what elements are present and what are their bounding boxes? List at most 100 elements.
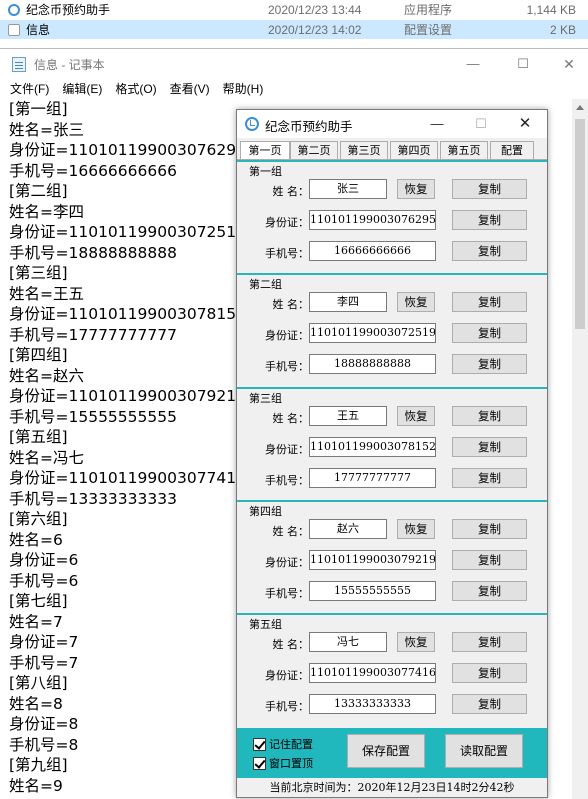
id-field[interactable]: 110101199003079219 [309,550,436,570]
copy-id-button[interactable]: 复制 [452,210,527,230]
menu-help[interactable]: 帮助(H) [223,79,264,99]
id-label: 身份证： [265,216,309,229]
restore-button[interactable]: 恢复 [397,179,435,199]
checkbox-checked-icon[interactable] [253,737,266,751]
text-line: 身份证=7 [9,633,79,651]
phone-field[interactable]: 16666666666 [309,241,436,261]
phone-field[interactable]: 15555555555 [309,581,436,601]
text-line: 姓名=冯七 [9,448,84,467]
name-label: 姓 名： [272,412,310,425]
id-field[interactable]: 110101199003077416 [309,663,436,683]
text-line: [第九组] [9,756,68,774]
copy-id-button[interactable]: 复制 [452,437,527,457]
text-line: 姓名=7 [9,612,63,631]
text-line: 身份证=110101199003077416 [9,469,246,487]
id-field[interactable]: 110101199003072519 [309,323,436,343]
load-config-button[interactable]: 读取配置 [445,734,523,768]
group-label: 第四组 [249,505,282,518]
tab-page-1[interactable]: 第一页 [240,141,290,161]
copy-name-button[interactable]: 复制 [452,179,527,199]
name-field[interactable]: 冯七 [309,632,387,652]
group-separator [237,273,547,275]
phone-field[interactable]: 17777777777 [309,468,436,488]
restore-button[interactable]: 恢复 [397,292,435,312]
id-field[interactable]: 110101199003076295 [309,210,436,230]
copy-phone-button[interactable]: 复制 [452,354,527,374]
text-line: [第六组] [9,510,68,528]
copy-phone-button[interactable]: 复制 [452,694,527,714]
file-size: 2 KB [549,22,576,37]
file-type: 配置设置 [404,23,453,37]
menu-edit[interactable]: 编辑(E) [62,79,102,99]
topmost-checkbox[interactable]: 窗口置顶 [253,755,313,771]
group-label: 第一组 [249,165,282,178]
copy-name-button[interactable]: 复制 [452,519,527,539]
file-row-config[interactable]: 信息 2020/12/23 14:02 配置设置 2 KB [0,20,588,39]
copy-phone-button[interactable]: 复制 [452,468,527,488]
minimize-button[interactable]: — [458,53,488,75]
checkbox-checked-icon[interactable] [253,756,266,770]
notepad-scrollbar[interactable] [572,99,588,799]
restore-button[interactable]: 恢复 [397,632,435,652]
phone-label: 手机号： [265,700,309,713]
gear-file-icon [8,23,20,36]
copy-id-button[interactable]: 复制 [452,323,527,343]
text-line: 身份证=110101199003072519 [9,223,246,241]
copy-phone-button[interactable]: 复制 [452,581,527,601]
tab-page-2[interactable]: 第二页 [290,141,338,160]
text-line: 手机号=8 [9,735,79,754]
text-line: 姓名=赵六 [9,366,84,385]
copy-name-button[interactable]: 复制 [452,632,527,652]
phone-label: 手机号： [265,474,309,487]
phone-field[interactable]: 18888888888 [309,354,436,374]
name-field[interactable]: 赵六 [309,519,387,539]
id-label: 身份证： [265,669,309,682]
tab-page-4[interactable]: 第四页 [390,141,438,160]
text-line: 手机号=17777777777 [9,325,177,344]
copy-name-button[interactable]: 复制 [452,406,527,426]
app-titlebar[interactable]: 纪念币预约助手 — ☐ ✕ [237,110,547,138]
menu-view[interactable]: 查看(V) [170,79,210,99]
text-line: 姓名=李四 [9,202,84,221]
scroll-thumb[interactable] [575,119,585,329]
name-field[interactable]: 李四 [309,292,387,312]
close-button[interactable]: ✕ [554,53,584,75]
notepad-icon [12,57,26,72]
text-line: 姓名=张三 [9,120,84,139]
menu-file[interactable]: 文件(F) [10,79,49,99]
text-line: 手机号=6 [9,571,79,590]
close-button[interactable]: ✕ [511,113,539,135]
tab-config[interactable]: 配置 [490,141,534,160]
copy-phone-button[interactable]: 复制 [452,241,527,261]
copy-id-button[interactable]: 复制 [452,550,527,570]
name-field[interactable]: 王五 [309,406,387,426]
remember-checkbox[interactable]: 记住配置 [253,736,313,752]
copy-id-button[interactable]: 复制 [452,663,527,683]
bottom-panel: 记住配置 窗口置顶 保存配置 读取配置 [237,728,547,778]
notepad-menubar: 文件(F) 编辑(E) 格式(O) 查看(V) 帮助(H) [0,79,588,99]
file-size: 1,144 KB [526,2,576,17]
name-label: 姓 名： [272,185,310,198]
tab-page-3[interactable]: 第三页 [340,141,388,160]
maximize-button[interactable]: ☐ [508,53,538,75]
name-field[interactable]: 张三 [309,179,387,199]
restore-button[interactable]: 恢复 [397,406,435,426]
notepad-titlebar[interactable]: 信息 - 记事本 — ☐ ✕ [0,49,588,79]
scroll-up-icon[interactable] [576,105,584,110]
maximize-button[interactable]: ☐ [467,113,495,135]
minimize-button[interactable]: — [423,113,451,135]
group-label: 第二组 [249,278,282,291]
file-date: 2020/12/23 13:44 [268,2,362,17]
restore-button[interactable]: 恢复 [397,519,435,539]
phone-field[interactable]: 13333333333 [309,694,436,714]
save-config-button[interactable]: 保存配置 [347,734,425,768]
text-line: 姓名=6 [9,530,63,549]
tab-page-5[interactable]: 第五页 [440,141,488,160]
text-line: [第八组] [9,674,68,692]
text-line: 手机号=7 [9,653,79,672]
menu-format[interactable]: 格式(O) [115,79,156,99]
name-label: 姓 名： [272,298,310,311]
copy-name-button[interactable]: 复制 [452,292,527,312]
file-row-app[interactable]: 纪念币预约助手 2020/12/23 13:44 应用程序 1,144 KB [0,0,588,19]
id-field[interactable]: 110101199003078152 [309,437,436,457]
